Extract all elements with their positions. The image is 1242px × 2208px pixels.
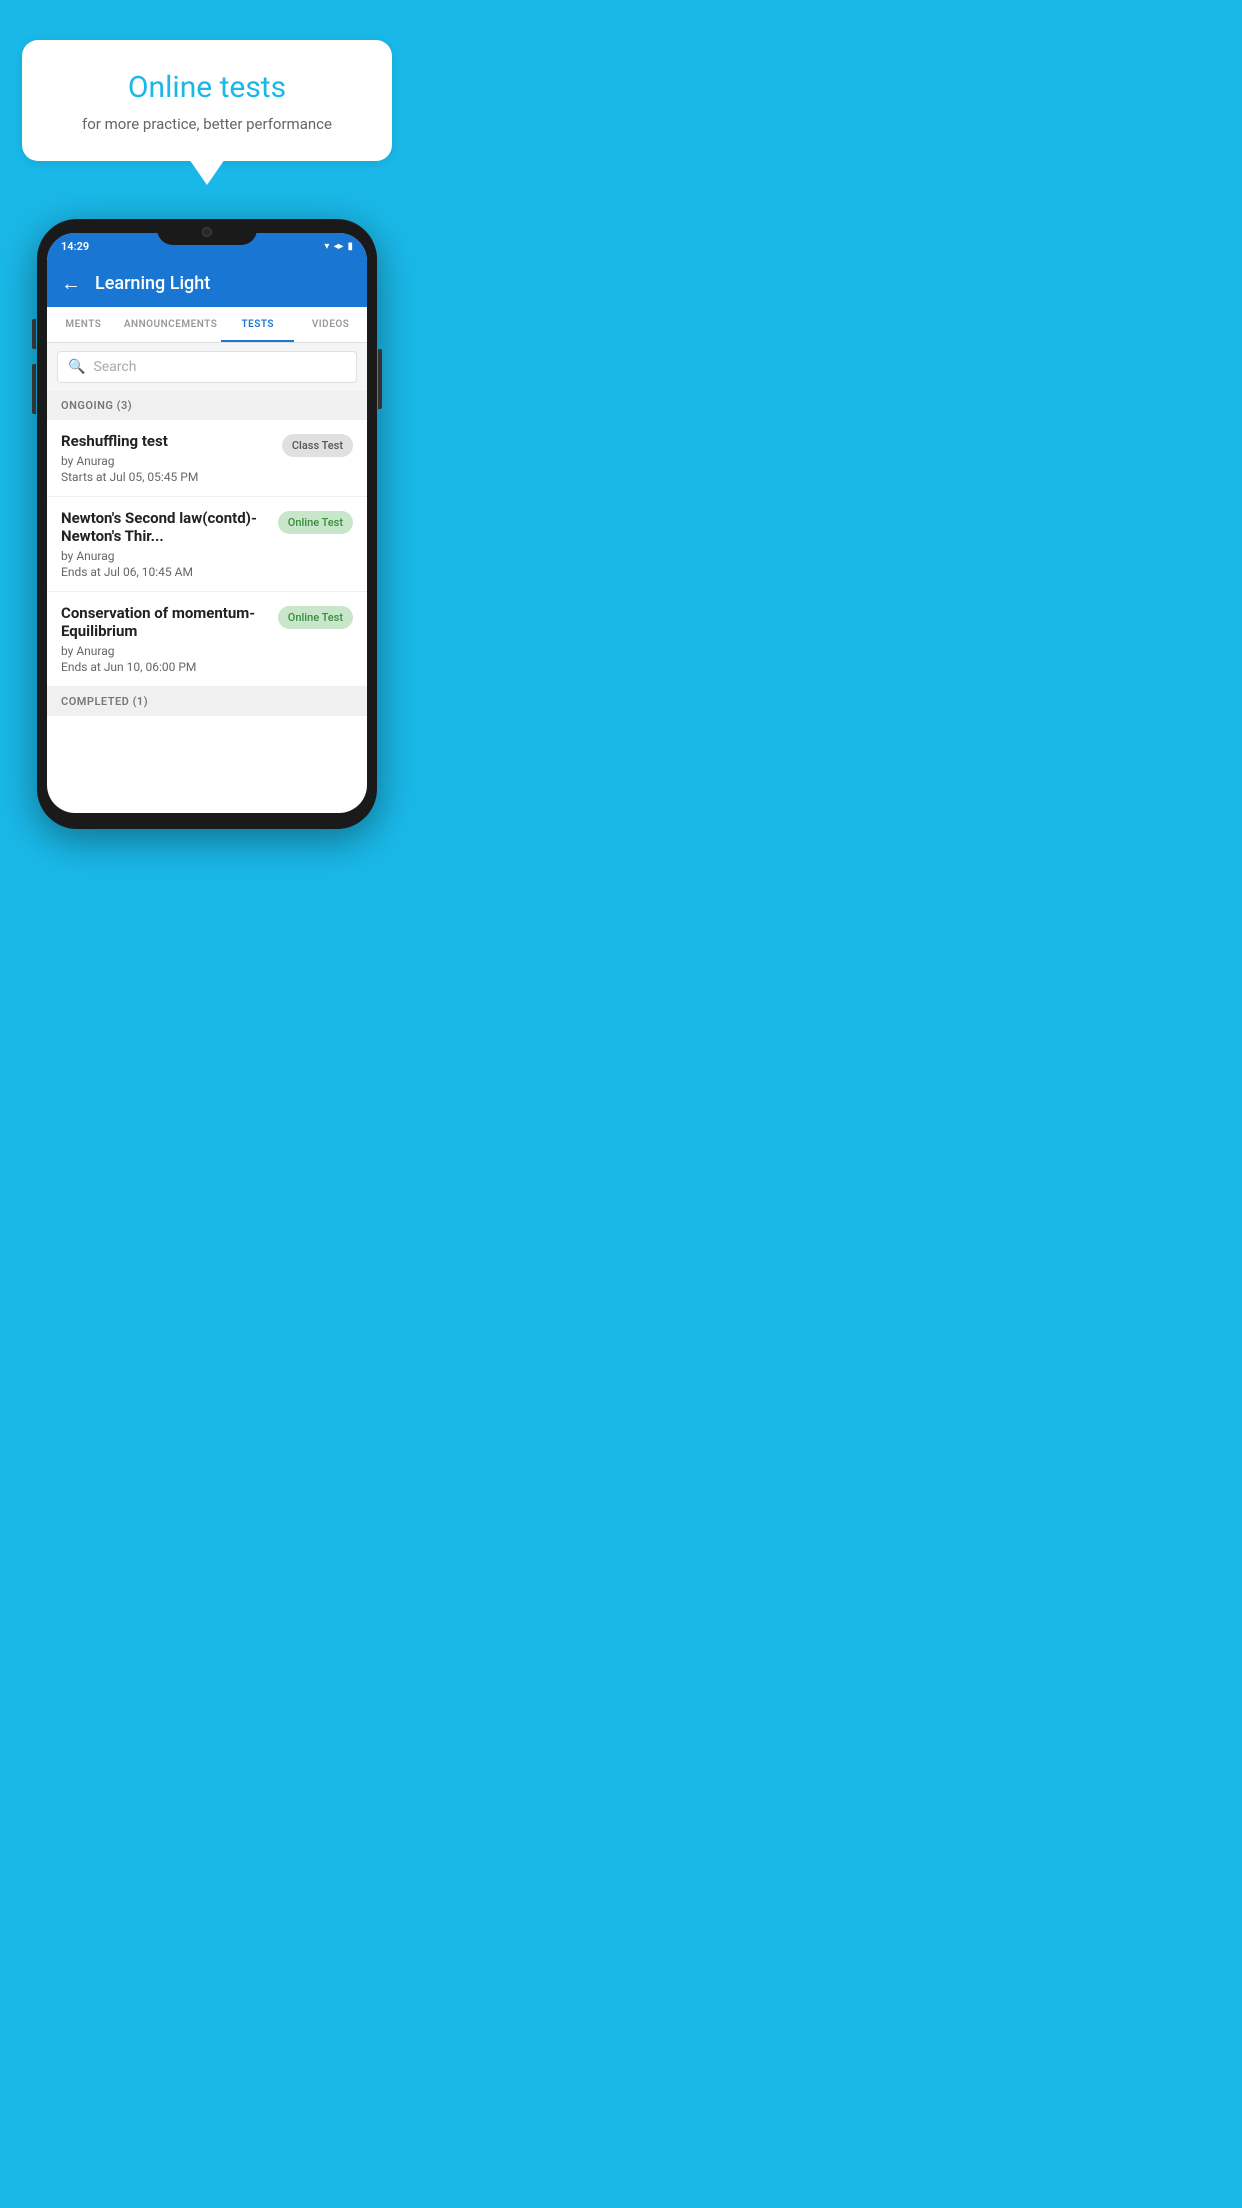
power-button (378, 349, 382, 409)
tab-tests[interactable]: TESTS (221, 307, 294, 342)
phone-screen: 14:29 ▾ ◂▸ ▮ ← Learning Light MENTS ANNO… (47, 233, 367, 813)
status-icons: ▾ ◂▸ ▮ (324, 241, 353, 252)
search-container: 🔍 Search (47, 343, 367, 391)
wifi-icon: ▾ (324, 241, 329, 252)
search-icon: 🔍 (68, 359, 85, 375)
back-button[interactable]: ← (61, 271, 81, 296)
search-input[interactable]: Search (93, 359, 136, 375)
bubble-title: Online tests (52, 70, 362, 105)
app-bar: ← Learning Light (47, 259, 367, 307)
test-name-reshuffling: Reshuffling test (61, 432, 272, 450)
signal-icon: ◂▸ (333, 241, 343, 252)
test-info-newton: Newton's Second law(contd)-Newton's Thir… (61, 509, 278, 579)
completed-section-header: COMPLETED (1) (47, 687, 367, 716)
speech-bubble: Online tests for more practice, better p… (22, 40, 392, 161)
bubble-subtitle: for more practice, better performance (52, 115, 362, 133)
volume-down-button (32, 364, 36, 414)
tab-videos[interactable]: VIDEOS (294, 307, 367, 342)
ongoing-section-header: ONGOING (3) (47, 391, 367, 420)
bubble-area: Online tests for more practice, better p… (0, 0, 414, 171)
test-item-conservation[interactable]: Conservation of momentum-Equilibrium by … (47, 592, 367, 687)
test-badge-class-reshuffling: Class Test (282, 434, 353, 457)
status-time: 14:29 (61, 240, 89, 253)
tab-announcements[interactable]: ANNOUNCEMENTS (120, 307, 222, 342)
test-author-reshuffling: by Anurag (61, 454, 272, 468)
tab-ments[interactable]: MENTS (47, 307, 120, 342)
phone-wrapper: 14:29 ▾ ◂▸ ▮ ← Learning Light MENTS ANNO… (37, 219, 377, 829)
test-author-newton: by Anurag (61, 549, 268, 563)
search-box[interactable]: 🔍 Search (57, 351, 357, 383)
test-name-conservation: Conservation of momentum-Equilibrium (61, 604, 268, 640)
phone-notch (157, 219, 257, 245)
test-date-newton: Ends at Jul 06, 10:45 AM (61, 565, 268, 579)
test-item-newton[interactable]: Newton's Second law(contd)-Newton's Thir… (47, 497, 367, 592)
test-badge-online-conservation: Online Test (278, 606, 353, 629)
test-item-reshuffling[interactable]: Reshuffling test by Anurag Starts at Jul… (47, 420, 367, 497)
volume-up-button (32, 319, 36, 349)
test-date-conservation: Ends at Jun 10, 06:00 PM (61, 660, 268, 674)
app-title: Learning Light (95, 273, 210, 294)
test-name-newton: Newton's Second law(contd)-Newton's Thir… (61, 509, 268, 545)
test-badge-online-newton: Online Test (278, 511, 353, 534)
test-date-reshuffling: Starts at Jul 05, 05:45 PM (61, 470, 272, 484)
test-author-conservation: by Anurag (61, 644, 268, 658)
test-info-conservation: Conservation of momentum-Equilibrium by … (61, 604, 278, 674)
test-info-reshuffling: Reshuffling test by Anurag Starts at Jul… (61, 432, 282, 484)
phone-shell: 14:29 ▾ ◂▸ ▮ ← Learning Light MENTS ANNO… (37, 219, 377, 829)
front-camera (202, 227, 212, 237)
tabs-bar: MENTS ANNOUNCEMENTS TESTS VIDEOS (47, 307, 367, 343)
battery-icon: ▮ (347, 241, 353, 252)
